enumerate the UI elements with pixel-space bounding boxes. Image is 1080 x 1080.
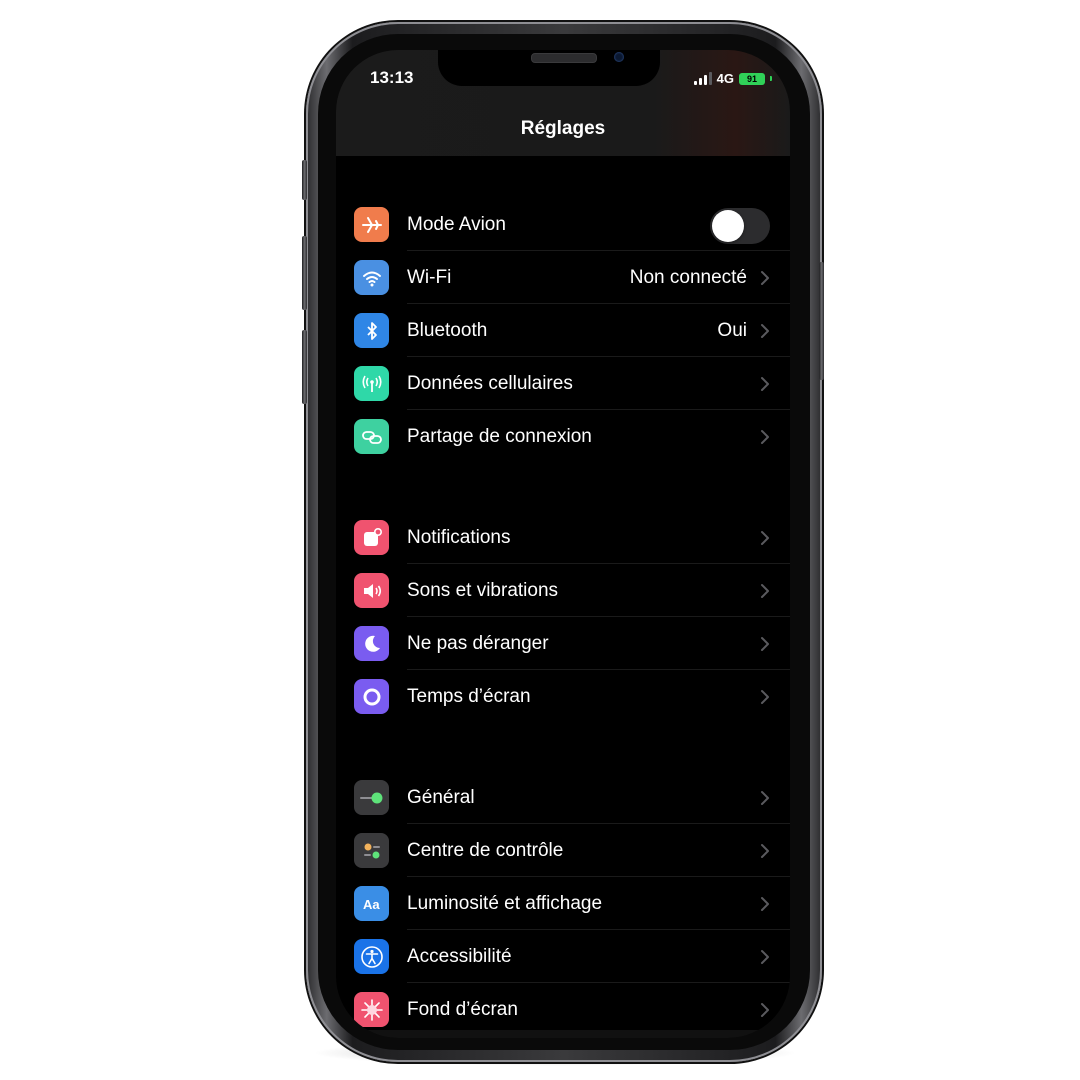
row-label: Centre de contrôle: [407, 840, 564, 861]
row-label: Sons et vibrations: [407, 580, 559, 601]
row-sons-et-vibrations[interactable]: Sons et vibrations: [336, 564, 790, 617]
wallpaper-flower-icon: [354, 992, 389, 1027]
battery-icon: 91: [739, 72, 765, 85]
chevron-right-icon: [761, 690, 769, 704]
volume-up-button: [302, 236, 307, 310]
notch: [438, 50, 660, 86]
row-value: Non connecté: [629, 267, 747, 288]
row-label: Général: [407, 787, 475, 808]
chevron-right-icon: [761, 271, 769, 285]
chevron-right-icon: [761, 377, 769, 391]
row-label: Données cellulaires: [407, 373, 573, 394]
gear-toggle-icon: [354, 780, 389, 815]
signal-bar: [698, 77, 702, 85]
row-label: Wi-Fi: [407, 267, 452, 288]
front-camera: [614, 52, 624, 62]
airplane-icon: [354, 207, 389, 242]
status-indicators: 4G 91: [693, 71, 772, 86]
row-value: Oui: [717, 320, 747, 341]
airplane-mode-toggle[interactable]: [710, 208, 770, 244]
accessibility-icon: [354, 939, 389, 974]
control-center-icon: [354, 833, 389, 868]
network-type: 4G: [716, 71, 734, 86]
chevron-right-icon: [761, 324, 769, 338]
moon-icon: [354, 626, 389, 661]
row-donnees-cellulaires[interactable]: Données cellulaires: [336, 357, 790, 410]
chevron-right-icon: [761, 791, 769, 805]
battery-level: 91: [746, 73, 757, 84]
row-ne-pas-deranger[interactable]: Ne pas déranger: [336, 617, 790, 670]
row-fond-d-ecran[interactable]: Fond d’écran: [336, 983, 790, 1036]
row-label: Bluetooth: [407, 320, 488, 341]
row-label: Accessibilité: [407, 946, 512, 967]
settings-list: Mode Avion Wi-Fi Non connecté Bluetooth Oui D…: [336, 156, 790, 1036]
volume-down-button: [302, 330, 307, 404]
battery-tip: [770, 76, 772, 81]
screen: 13:13 4G 91 Réglages Mode Avion Wi-Fi Non …: [336, 50, 790, 1038]
cellular-signal-icon: [693, 71, 712, 85]
row-label: Luminosité et affichage: [407, 893, 603, 914]
signal-bar: [708, 71, 712, 85]
hourglass-ring-icon: [354, 679, 389, 714]
row-label: Fond d’écran: [407, 999, 518, 1020]
row-mode-avion[interactable]: Mode Avion: [336, 198, 790, 251]
status-time: 13:13: [370, 68, 414, 87]
row-bluetooth[interactable]: Bluetooth Oui: [336, 304, 790, 357]
row-notifications[interactable]: Notifications: [336, 511, 790, 564]
chevron-right-icon: [761, 637, 769, 651]
bluetooth-icon: [354, 313, 389, 348]
row-general[interactable]: Général: [336, 771, 790, 824]
row-accessibilite[interactable]: Accessibilité: [336, 930, 790, 983]
chevron-right-icon: [761, 844, 769, 858]
chevron-right-icon: [761, 950, 769, 964]
row-temps-d-ecran[interactable]: Temps d’écran: [336, 670, 790, 723]
mute-switch: [302, 160, 307, 200]
signal-bar: [693, 80, 697, 85]
row-centre-de-controle[interactable]: Centre de contrôle: [336, 824, 790, 877]
row-label: Temps d’écran: [407, 686, 531, 707]
chevron-right-icon: [761, 430, 769, 444]
notifications-icon: [354, 520, 389, 555]
chevron-right-icon: [761, 531, 769, 545]
row-label: Notifications: [407, 527, 511, 548]
row-label: Partage de connexion: [407, 426, 592, 447]
row-partage-de-connexion[interactable]: Partage de connexion: [336, 410, 790, 463]
antenna-icon: [354, 366, 389, 401]
text-aa-icon: Aa: [354, 886, 389, 921]
wifi-icon: [354, 260, 389, 295]
chevron-right-icon: [761, 584, 769, 598]
row-label: Ne pas déranger: [407, 633, 549, 654]
row-label: Mode Avion: [407, 214, 506, 235]
speaker-icon: [354, 573, 389, 608]
earpiece-speaker: [531, 53, 597, 63]
chevron-right-icon: [761, 897, 769, 911]
svg-text:Aa: Aa: [363, 897, 380, 912]
row-luminosite-et-affichage[interactable]: Aa Luminosité et affichage: [336, 877, 790, 930]
settings-group: Notifications Sons et vibrations Ne pas dé…: [336, 511, 790, 723]
power-button: [819, 262, 824, 380]
signal-bar: [703, 74, 707, 85]
toggle-knob: [712, 210, 744, 242]
settings-group: Mode Avion Wi-Fi Non connecté Bluetooth Oui D…: [336, 198, 790, 463]
row-wi-fi[interactable]: Wi-Fi Non connecté: [336, 251, 790, 304]
settings-group: Général Centre de contrôle Aa Luminosité et…: [336, 771, 790, 1036]
chevron-right-icon: [761, 1003, 769, 1017]
bottom-edge: [336, 1030, 790, 1038]
chain-link-icon: [354, 419, 389, 454]
page-title: Réglages: [520, 118, 606, 139]
